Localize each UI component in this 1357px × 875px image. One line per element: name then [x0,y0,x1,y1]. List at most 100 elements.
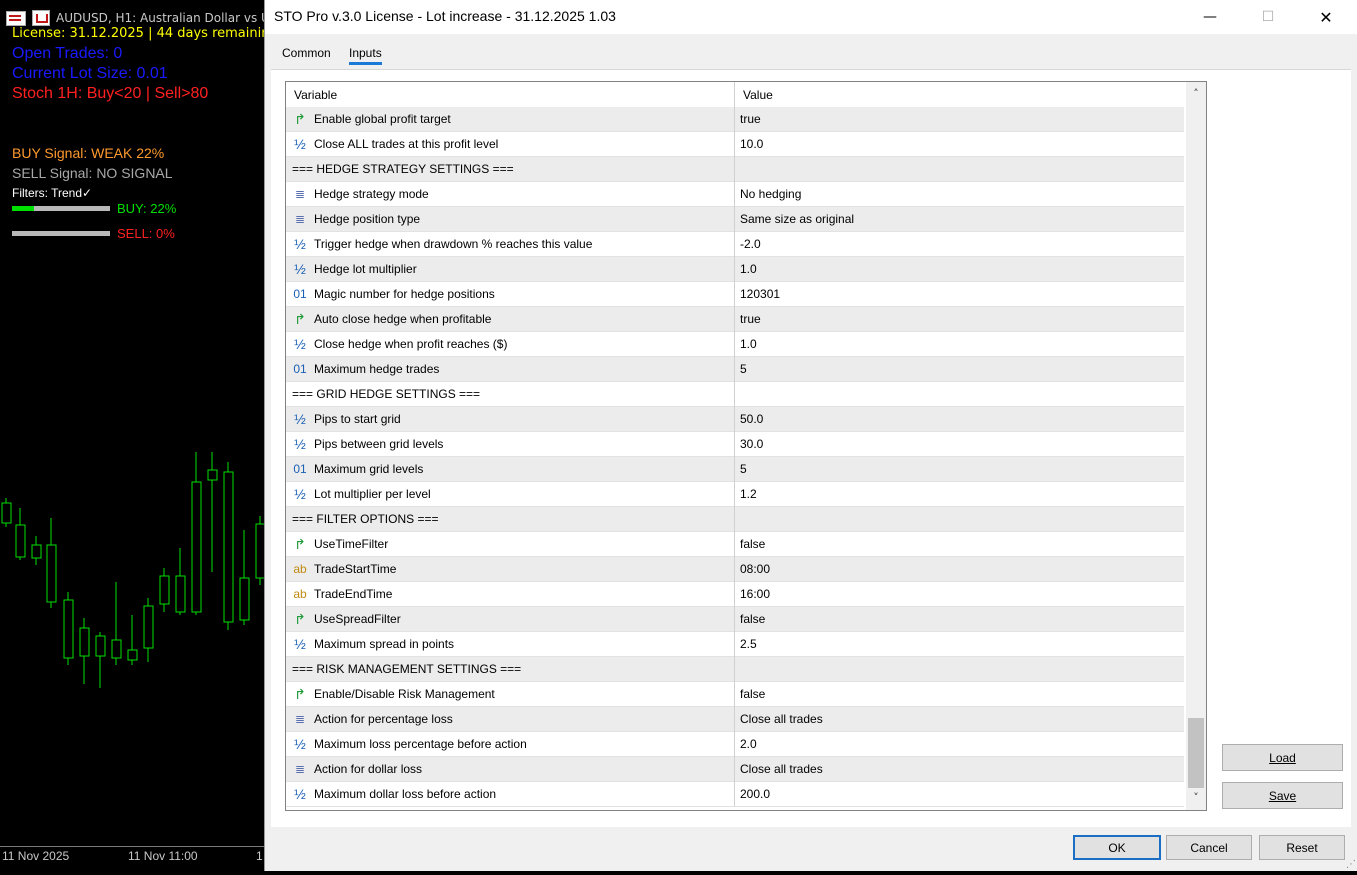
parameter-name: Action for dollar loss [314,762,423,776]
column-header-value[interactable]: Value [743,88,773,102]
parameter-row[interactable]: ab TradeStartTime 08:00 [286,557,1184,582]
section-header-row[interactable]: === RISK MANAGEMENT SETTINGS === [286,657,1184,682]
parameter-row[interactable]: ½ Close hedge when profit reaches ($) 1.0 [286,332,1184,357]
parameter-row[interactable]: ½ Hedge lot multiplier 1.0 [286,257,1184,282]
save-button[interactable]: Save [1222,782,1343,809]
parameter-value[interactable]: 08:00 [740,562,770,576]
parameter-value[interactable]: 2.5 [740,637,757,651]
column-header-variable[interactable]: Variable [294,88,337,102]
parameter-row[interactable]: ½ Pips between grid levels 30.0 [286,432,1184,457]
time-axis-label: 1 [256,849,263,863]
section-header-row[interactable]: === FILTER OPTIONS === [286,507,1184,532]
cancel-button[interactable]: Cancel [1166,835,1252,860]
parameter-value[interactable]: 5 [740,462,747,476]
scroll-down-icon[interactable]: ˅ [1186,788,1206,808]
parameter-value[interactable]: 10.0 [740,137,763,151]
parameter-value[interactable]: 50.0 [740,412,763,426]
parameter-row[interactable]: ↱ Enable/Disable Risk Management false [286,682,1184,707]
parameter-value[interactable]: Close all trades [740,762,823,776]
sell-strength-bar [12,231,110,236]
load-button[interactable]: Load [1222,744,1343,771]
license-text: License: 31.12.2025 | 44 days remaining [12,26,264,41]
parameter-name: Hedge strategy mode [314,187,429,201]
parameter-value[interactable]: false [740,687,765,701]
param-type-int-icon: 01 [293,362,307,376]
parameter-value[interactable]: 16:00 [740,587,770,601]
parameter-value[interactable]: 1.0 [740,337,757,351]
parameter-name: Maximum grid levels [314,462,424,476]
price-chart[interactable]: AUDUSD, H1: Australian Dollar vs US Lice… [0,0,264,868]
parameter-row[interactable]: 01 Magic number for hedge positions 120301 [286,282,1184,307]
minimize-button[interactable]: — [1181,0,1239,34]
expert-advisor-icon [32,10,50,26]
tab-common[interactable]: Common [282,46,331,60]
parameter-row[interactable]: ≣ Hedge position type Same size as origina… [286,207,1184,232]
parameter-name: Pips to start grid [314,412,401,426]
parameter-value[interactable]: No hedging [740,187,801,201]
parameter-row[interactable]: ↱ Auto close hedge when profitable true [286,307,1184,332]
parameter-row[interactable]: ≣ Action for percentage loss Close all tra… [286,707,1184,732]
parameter-value[interactable]: true [740,312,761,326]
param-type-enum-icon: ≣ [294,762,306,776]
inputs-table: Variable Value ↱ Enable global profit tar… [285,81,1207,811]
param-type-double-icon: ½ [294,636,306,652]
buy-strength-bar [12,206,110,211]
parameter-row[interactable]: 01 Maximum grid levels 5 [286,457,1184,482]
tab-inputs[interactable]: Inputs [349,46,382,65]
parameter-value[interactable]: Close all trades [740,712,823,726]
section-header-row[interactable]: === HEDGE STRATEGY SETTINGS === [286,157,1184,182]
parameter-value[interactable]: false [740,612,765,626]
parameter-row[interactable]: 01 Maximum hedge trades 5 [286,357,1184,382]
parameter-value[interactable]: Same size as original [740,212,854,226]
parameter-name: Lot multiplier per level [314,487,431,501]
parameter-value[interactable]: false [740,537,765,551]
ok-button[interactable]: OK [1073,835,1161,860]
parameter-value[interactable]: 200.0 [740,787,770,801]
resize-grip-icon[interactable]: ⋰ [1346,859,1356,870]
parameter-name: TradeEndTime [314,587,393,601]
maximize-icon: ☐ [1261,9,1275,25]
parameter-value[interactable]: 30.0 [740,437,763,451]
parameter-row[interactable]: ½ Maximum spread in points 2.5 [286,632,1184,657]
parameter-value[interactable]: 1.0 [740,262,757,276]
parameter-row[interactable]: ½ Trigger hedge when drawdown % reaches t… [286,232,1184,257]
parameter-row[interactable]: ↱ Enable global profit target true [286,107,1184,132]
parameter-value[interactable]: 5 [740,362,747,376]
parameter-row[interactable]: ≣ Action for dollar loss Close all trades [286,757,1184,782]
candle-body [223,471,234,623]
parameter-name: Hedge lot multiplier [314,262,417,276]
param-type-enum-icon: ≣ [294,187,306,201]
parameter-name: Enable global profit target [314,112,451,126]
candle-body [1,502,12,524]
param-type-bool-icon: ↱ [294,686,306,702]
parameter-row[interactable]: ≣ Hedge strategy mode No hedging [286,182,1184,207]
parameter-value[interactable]: true [740,112,761,126]
parameter-row[interactable]: ↱ UseSpreadFilter false [286,607,1184,632]
parameter-name: Close hedge when profit reaches ($) [314,337,508,351]
table-body: ↱ Enable global profit target true ½ Close A… [286,107,1184,807]
parameter-value[interactable]: -2.0 [740,237,761,251]
sell-signal-text: SELL Signal: NO SIGNAL [12,165,173,181]
param-type-string-icon: ab [293,587,307,601]
parameter-value[interactable]: 120301 [740,287,780,301]
time-axis-label: 11 Nov 11:00 [128,849,198,863]
scroll-up-icon[interactable]: ˄ [1186,84,1206,104]
parameter-row[interactable]: ½ Close ALL trades at this profit level 10… [286,132,1184,157]
parameter-value[interactable]: 2.0 [740,737,757,751]
title-bar[interactable]: STO Pro v.3.0 License - Lot increase - 3… [265,0,1357,34]
vertical-scrollbar[interactable]: ˄ ˅ [1186,82,1206,810]
reset-button[interactable]: Reset [1259,835,1345,860]
buy-strength-label: BUY: 22% [117,201,177,216]
scrollbar-thumb[interactable] [1188,718,1204,788]
parameter-row[interactable]: ab TradeEndTime 16:00 [286,582,1184,607]
maximize-button[interactable]: ☐ [1239,0,1297,34]
parameter-row[interactable]: ½ Pips to start grid 50.0 [286,407,1184,432]
parameter-row[interactable]: ½ Maximum loss percentage before action 2.… [286,732,1184,757]
parameter-name: Pips between grid levels [314,437,444,451]
section-header-row[interactable]: === GRID HEDGE SETTINGS === [286,382,1184,407]
parameter-row[interactable]: ½ Lot multiplier per level 1.2 [286,482,1184,507]
parameter-value[interactable]: 1.2 [740,487,757,501]
close-button[interactable]: ✕ [1297,0,1355,34]
parameter-row[interactable]: ½ Maximum dollar loss before action 200.0 [286,782,1184,807]
parameter-row[interactable]: ↱ UseTimeFilter false [286,532,1184,557]
